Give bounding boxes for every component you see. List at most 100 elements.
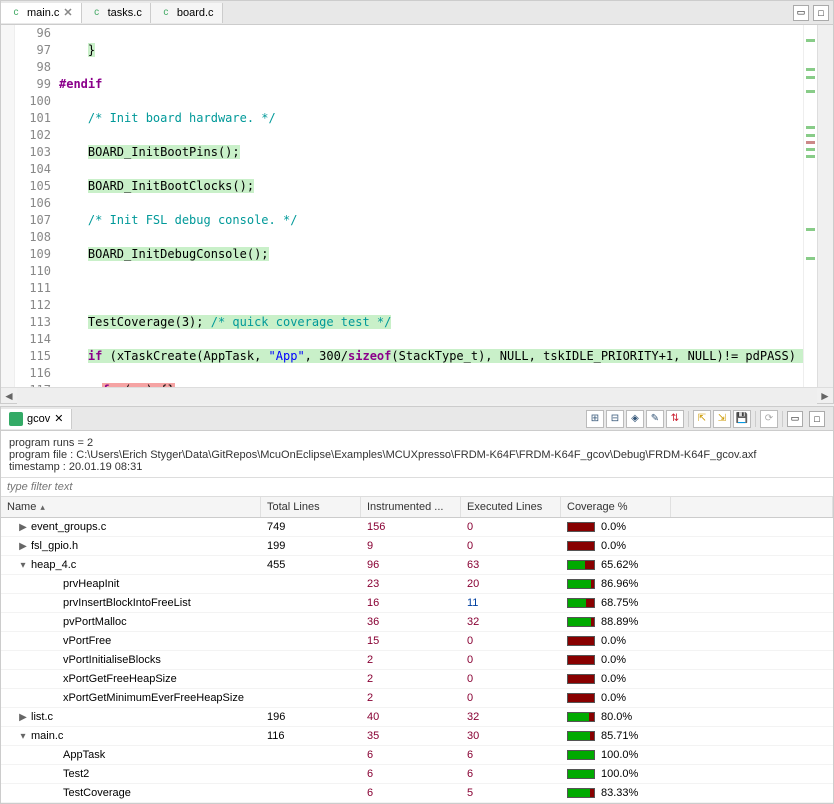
row-name: Test2 (63, 768, 89, 780)
coverage-bar (567, 598, 595, 608)
tab-label: board.c (177, 7, 214, 19)
row-name: AppTask (63, 749, 105, 761)
col-instrumented[interactable]: Instrumented ... (361, 497, 461, 517)
coverage-pct: 80.0% (601, 711, 632, 723)
col-coverage[interactable]: Coverage % (561, 497, 671, 517)
table-row[interactable]: AppTask66100.0% (1, 746, 833, 765)
col-executed[interactable]: Executed Lines (461, 497, 561, 517)
tab-main-c[interactable]: c main.c ✕ (1, 3, 82, 23)
horizontal-scrollbar[interactable]: ◄ ► (1, 387, 833, 403)
maximize-icon[interactable]: □ (813, 5, 829, 21)
coverage-pct: 100.0% (601, 768, 638, 780)
coverage-bar (567, 579, 595, 589)
refresh-icon[interactable]: ⟳ (760, 410, 778, 428)
table-row[interactable]: xPortGetMinimumEverFreeHeapSize200.0% (1, 689, 833, 708)
col-total-lines[interactable]: Total Lines (261, 497, 361, 517)
minimize-icon[interactable]: ▭ (793, 5, 809, 21)
coverage-bar (567, 750, 595, 760)
coverage-pct: 86.96% (601, 578, 638, 590)
coverage-pct: 65.62% (601, 559, 638, 571)
coverage-bar (567, 560, 595, 570)
scroll-left-icon[interactable]: ◄ (1, 389, 17, 403)
program-file: program file : C:\Users\Erich Styger\Dat… (9, 449, 825, 461)
timestamp: timestamp : 20.01.19 08:31 (9, 461, 825, 473)
export-icon[interactable]: ⇱ (693, 410, 711, 428)
c-file-icon: c (159, 6, 173, 20)
code-content[interactable]: } #endif /* Init board hardware. */ BOAR… (55, 25, 803, 387)
coverage-pct: 85.71% (601, 730, 638, 742)
marker-column (1, 25, 15, 387)
coverage-pct: 0.0% (601, 635, 626, 647)
row-name: event_groups.c (31, 521, 106, 533)
table-row[interactable]: prvHeapInit232086.96% (1, 575, 833, 594)
close-icon[interactable]: ✕ (54, 412, 63, 425)
line-numbers: 9697989910010110210310410510610710810911… (15, 25, 55, 387)
table-row[interactable]: ▶list.c196403280.0% (1, 708, 833, 727)
table-row[interactable]: prvInsertBlockIntoFreeList161168.75% (1, 594, 833, 613)
tree-toggle-icon[interactable]: ▶ (17, 712, 29, 723)
maximize-icon[interactable]: □ (809, 411, 825, 427)
coverage-bar (567, 636, 595, 646)
save-icon[interactable]: 💾 (733, 410, 751, 428)
row-name: fsl_gpio.h (31, 540, 78, 552)
table-row[interactable]: ▶fsl_gpio.h199900.0% (1, 537, 833, 556)
row-name: prvInsertBlockIntoFreeList (63, 597, 191, 609)
table-row[interactable]: ▾main.c116353085.71% (1, 727, 833, 746)
table-row[interactable]: xPortGetFreeHeapSize200.0% (1, 670, 833, 689)
coverage-pct: 0.0% (601, 521, 626, 533)
gcov-tab-bar: gcov ✕ ⊞ ⊟ ◈ ✎ ⇅ ⇱ ⇲ 💾 ⟳ ▭ □ (1, 407, 833, 431)
expand-all-icon[interactable]: ⊞ (586, 410, 604, 428)
table-row[interactable]: vPortInitialiseBlocks200.0% (1, 651, 833, 670)
filter-row (1, 477, 833, 497)
tree-toggle-icon[interactable]: ▶ (17, 541, 29, 552)
c-file-icon: c (9, 6, 23, 20)
close-icon[interactable]: ✕ (63, 6, 72, 19)
tab-tasks-c[interactable]: c tasks.c (82, 3, 151, 23)
table-row[interactable]: TestCoverage6583.33% (1, 784, 833, 803)
coverage-pct: 0.0% (601, 654, 626, 666)
collapse-all-icon[interactable]: ⊟ (606, 410, 624, 428)
coverage-pct: 83.33% (601, 787, 638, 799)
tree-toggle-icon[interactable]: ▾ (17, 560, 29, 571)
import-icon[interactable]: ⇲ (713, 410, 731, 428)
coverage-pct: 0.0% (601, 692, 626, 704)
row-name: xPortGetFreeHeapSize (63, 673, 177, 685)
coverage-bar (567, 693, 595, 703)
vertical-scrollbar[interactable] (817, 25, 833, 387)
row-name: xPortGetMinimumEverFreeHeapSize (63, 692, 244, 704)
sort-icon[interactable]: ⇅ (666, 410, 684, 428)
coverage-pct: 0.0% (601, 540, 626, 552)
table-header: Name ▴ Total Lines Instrumented ... Exec… (1, 497, 833, 518)
filter-input[interactable] (1, 478, 833, 496)
coverage-bar (567, 522, 595, 532)
tree-toggle-icon[interactable]: ▾ (17, 731, 29, 742)
row-name: list.c (31, 711, 53, 723)
coverage-pct: 68.75% (601, 597, 638, 609)
row-name: pvPortMalloc (63, 616, 127, 628)
overview-ruler[interactable] (803, 25, 817, 387)
folder-icon[interactable]: ◈ (626, 410, 644, 428)
scroll-right-icon[interactable]: ► (817, 389, 833, 403)
coverage-table[interactable]: Name ▴ Total Lines Instrumented ... Exec… (1, 497, 833, 803)
tab-board-c[interactable]: c board.c (151, 3, 223, 23)
tab-label: gcov (27, 413, 50, 425)
row-name: main.c (31, 730, 63, 742)
editor-tab-bar: c main.c ✕ c tasks.c c board.c ▭ □ (1, 1, 833, 25)
tab-gcov[interactable]: gcov ✕ (1, 409, 72, 429)
table-row[interactable]: pvPortMalloc363288.89% (1, 613, 833, 632)
code-editor[interactable]: 9697989910010110210310410510610710810911… (1, 25, 833, 387)
table-row[interactable]: vPortFree1500.0% (1, 632, 833, 651)
executed-link[interactable]: 11 (467, 597, 478, 609)
coverage-bar (567, 617, 595, 627)
minimize-icon[interactable]: ▭ (787, 411, 803, 427)
coverage-bar (567, 655, 595, 665)
table-row[interactable]: ▾heap_4.c455966365.62% (1, 556, 833, 575)
tree-toggle-icon[interactable]: ▶ (17, 522, 29, 533)
coverage-bar (567, 541, 595, 551)
table-row[interactable]: ▶event_groups.c74915600.0% (1, 518, 833, 537)
coverage-bar (567, 788, 595, 798)
coverage-bar (567, 674, 595, 684)
edit-icon[interactable]: ✎ (646, 410, 664, 428)
table-row[interactable]: Test266100.0% (1, 765, 833, 784)
col-name[interactable]: Name ▴ (1, 497, 261, 517)
